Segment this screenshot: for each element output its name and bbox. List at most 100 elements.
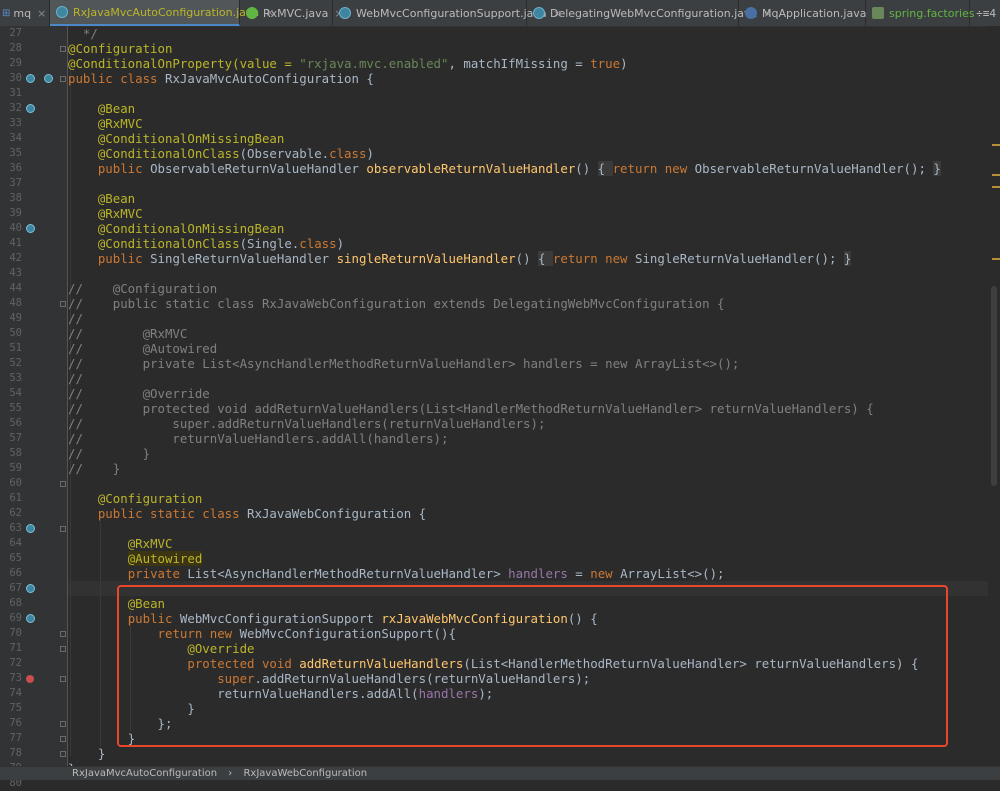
tab-delegatingwebmvcconfiguration[interactable]: DelegatingWebMvcConfiguration.java ×	[527, 0, 773, 26]
warning-marker[interactable]	[992, 186, 1000, 188]
code-line-69: @Bean	[127, 596, 165, 611]
code-line-44: public SingleReturnValueHandler singleRe…	[97, 251, 852, 266]
fold-marker-icon[interactable]	[60, 721, 66, 727]
line-number: 69	[9, 612, 22, 624]
line-number: 51	[9, 342, 22, 354]
line-number: 49	[9, 312, 22, 324]
line-number: 38	[9, 192, 22, 204]
tab-rxmvc[interactable]: RxMVC.java ×	[240, 0, 344, 26]
tab-label: WebMvcConfigurationSupport.java	[356, 6, 547, 20]
override-method-icon[interactable]	[26, 675, 34, 683]
code-line-51: // @RxMVC	[68, 326, 188, 341]
breadcrumb-item[interactable]: RxJavaWebConfiguration	[243, 768, 367, 779]
vertical-scrollbar[interactable]	[988, 26, 1000, 766]
code-line-50: //	[68, 311, 83, 326]
line-number: 29	[9, 57, 22, 69]
spring-bean-icon[interactable]	[26, 614, 35, 623]
spring-bean-icon[interactable]	[26, 224, 35, 233]
fold-marker-icon[interactable]	[60, 301, 66, 307]
code-line-56: // protected void addReturnValueHandlers…	[68, 401, 874, 416]
line-number: 30	[9, 72, 22, 84]
code-line-29: @ConditionalOnProperty(value = "rxjava.m…	[68, 56, 628, 71]
tab-mq[interactable]: ⊞ mq ×	[0, 0, 50, 26]
line-number: 35	[9, 147, 22, 159]
spring-bean-icon[interactable]	[26, 584, 35, 593]
code-line-77: };	[157, 716, 173, 731]
code-line-43: @ConditionalOnClass(Single.class)	[97, 236, 345, 251]
code-line-48: // @Configuration	[68, 281, 218, 296]
line-number: 48	[9, 297, 22, 309]
code-line-42: @ConditionalOnMissingBean	[97, 221, 285, 236]
line-number: 37	[9, 177, 22, 189]
warning-marker[interactable]	[992, 144, 1000, 146]
line-number: 71	[9, 642, 22, 654]
line-number: 68	[9, 597, 22, 609]
code-line-41: @RxMVC	[97, 206, 143, 221]
line-number: 57	[9, 432, 22, 444]
code-line-70: public WebMvcConfigurationSupport rxJava…	[127, 611, 598, 626]
line-number: 32	[9, 102, 22, 114]
code-editor[interactable]: */ @Configuration @ConditionalOnProperty…	[68, 26, 988, 766]
line-number: 43	[9, 267, 22, 279]
fold-marker-icon[interactable]	[60, 526, 66, 532]
code-line-28: @Configuration	[68, 41, 173, 56]
spring-bean-icon[interactable]	[26, 104, 35, 113]
class-icon	[56, 6, 68, 18]
line-number: 55	[9, 402, 22, 414]
fold-marker-icon[interactable]	[60, 646, 66, 652]
breadcrumb: RxJavaMvcAutoConfiguration › RxJavaWebCo…	[0, 766, 1000, 780]
line-number: 40	[9, 222, 22, 234]
tab-spring-factories[interactable]: spring.factories	[866, 0, 975, 26]
line-number: 54	[9, 387, 22, 399]
line-number: 64	[9, 537, 22, 549]
close-icon[interactable]: ×	[37, 7, 46, 20]
tab-mqapplication[interactable]: MqApplication.java ×	[739, 0, 882, 26]
tab-overflow-menu[interactable]: ÷≡4	[972, 0, 1000, 26]
line-number: 76	[9, 717, 22, 729]
class-icon	[533, 7, 545, 19]
code-line-60: // }	[68, 461, 121, 476]
code-line-58: // returnValueHandlers.addAll(handlers);	[68, 431, 449, 446]
code-line-57: // super.addReturnValueHandlers(returnVa…	[68, 416, 546, 431]
fold-marker-icon[interactable]	[60, 736, 66, 742]
warning-marker[interactable]	[992, 258, 1000, 260]
main-class-icon	[745, 7, 757, 19]
code-line-67: private List<AsyncHandlerMethodReturnVal…	[127, 566, 725, 581]
code-line-72: @Override	[187, 641, 255, 656]
scrollbar-thumb[interactable]	[991, 286, 997, 486]
code-line-54: //	[68, 371, 83, 386]
fold-marker-icon[interactable]	[60, 481, 66, 487]
caret-line-highlight	[68, 581, 988, 596]
breadcrumb-separator: ›	[228, 768, 233, 779]
line-number: 36	[9, 162, 22, 174]
tab-webmvcconfigurationsupport[interactable]: WebMvcConfigurationSupport.java ×	[333, 0, 562, 26]
warning-marker[interactable]	[992, 174, 1000, 176]
line-number: 39	[9, 207, 22, 219]
code-line-66: @Autowired	[127, 551, 203, 566]
code-line-55: // @Override	[68, 386, 210, 401]
fold-marker-icon[interactable]	[60, 676, 66, 682]
tab-label: MqApplication.java	[762, 6, 867, 20]
line-number: 66	[9, 567, 22, 579]
spring-bean-icon[interactable]	[44, 74, 53, 83]
line-number: 31	[9, 87, 22, 99]
fold-marker-icon[interactable]	[60, 46, 66, 52]
line-number: 74	[9, 687, 22, 699]
code-line-30: public class RxJavaMvcAutoConfiguration …	[68, 71, 374, 86]
breadcrumb-item[interactable]: RxJavaMvcAutoConfiguration	[72, 768, 217, 779]
line-number: 50	[9, 327, 22, 339]
code-line-63: public static class RxJavaWebConfigurati…	[97, 506, 427, 521]
fold-marker-icon[interactable]	[60, 76, 66, 82]
fold-marker-icon[interactable]	[60, 631, 66, 637]
line-number: 27	[9, 27, 22, 39]
spring-bean-icon[interactable]	[26, 524, 35, 533]
line-number: 62	[9, 507, 22, 519]
code-line-71: return new WebMvcConfigurationSupport(){	[157, 626, 456, 641]
line-number: 75	[9, 702, 22, 714]
fold-marker-icon[interactable]	[60, 751, 66, 757]
tab-rxjavamvcautoconfiguration[interactable]: RxJavaMvcAutoConfiguration.java ×	[50, 0, 274, 26]
line-number: 70	[9, 627, 22, 639]
spring-bean-icon[interactable]	[26, 74, 35, 83]
line-number: 28	[9, 42, 22, 54]
line-number: 65	[9, 552, 22, 564]
